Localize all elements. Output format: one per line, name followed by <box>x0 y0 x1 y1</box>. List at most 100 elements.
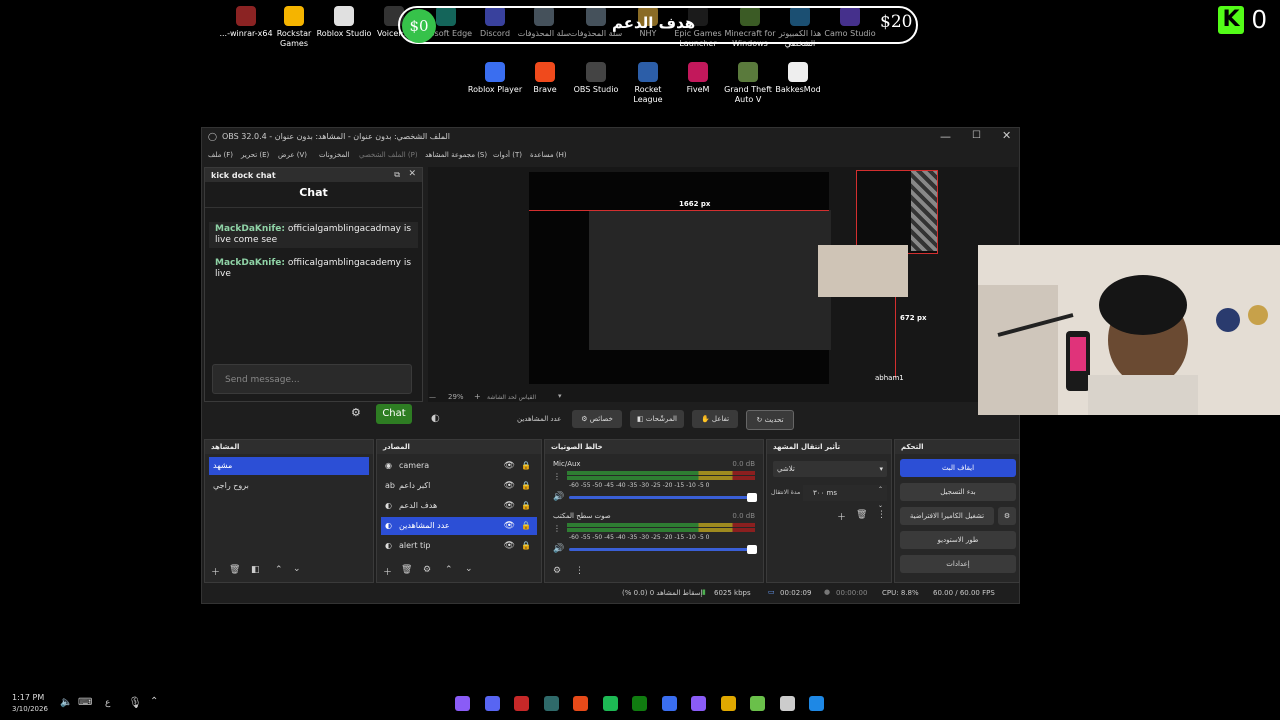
source-item[interactable]: ◉ camera 👁 🔒 <box>381 457 537 475</box>
maximize-button[interactable]: ☐ <box>972 130 981 141</box>
selected-source-box[interactable] <box>856 170 938 254</box>
remove-transition-button[interactable]: 🗑 <box>856 510 867 520</box>
visibility-icon[interactable]: 👁 <box>504 517 515 535</box>
desktop-icon[interactable]: OBS Studio <box>568 62 624 95</box>
control-button[interactable]: تشغيل الكاميرا الافتراضية <box>900 507 994 525</box>
volume-icon[interactable]: 🔈 <box>60 697 72 708</box>
search-icon[interactable] <box>779 696 795 711</box>
app-icon[interactable] <box>543 696 559 711</box>
menu-item[interactable]: أدوات (T) <box>493 151 522 159</box>
refresh-button[interactable]: ↻ تحديث <box>746 410 794 430</box>
chat-settings-icon[interactable]: ⚙ <box>351 406 361 419</box>
lock-icon[interactable]: 🔒 <box>521 477 531 495</box>
chat-username[interactable]: MackDaKnife: <box>215 224 285 234</box>
control-button[interactable]: إعدادات <box>900 555 1016 573</box>
file-explorer-icon[interactable] <box>720 696 736 711</box>
desktop-icon[interactable]: FiveM <box>670 62 726 95</box>
mixer-settings-icon[interactable]: ⚙ <box>553 566 561 576</box>
menu-item[interactable]: الملف الشخصي (P) <box>359 151 418 159</box>
obs-icon[interactable] <box>514 696 529 711</box>
add-source-button[interactable]: ＋ <box>383 565 392 578</box>
language-indicator[interactable]: ع <box>105 698 110 708</box>
virtual-camera-settings-icon[interactable]: ⚙ <box>998 507 1016 525</box>
chat-send-button[interactable]: Chat <box>376 404 412 424</box>
control-button[interactable]: بدء التسجيل <box>900 483 1016 501</box>
visibility-icon[interactable]: 👁 <box>504 457 515 475</box>
desktop-icon[interactable]: Roblox Player <box>467 62 523 95</box>
app-icon[interactable] <box>750 696 765 711</box>
scene-move-up-button[interactable]: ⌃ <box>275 565 283 575</box>
store-icon[interactable] <box>661 696 677 711</box>
add-transition-button[interactable]: ＋ <box>837 510 846 523</box>
brave-icon[interactable] <box>573 696 588 711</box>
close-window-button[interactable]: ✕ <box>1002 129 1011 142</box>
add-scene-button[interactable]: ＋ <box>211 565 220 578</box>
source-item[interactable]: ◐ هدف الدعم 👁 🔒 <box>381 497 537 515</box>
chat-username[interactable]: MackDaKnife: <box>215 258 285 268</box>
source-item[interactable]: ◐ alert tip 👁 🔒 <box>381 537 537 555</box>
zoom-out-button[interactable]: — <box>429 393 436 401</box>
speaker-icon[interactable]: 🔊 <box>553 544 564 554</box>
visibility-icon[interactable]: 👁 <box>504 497 515 515</box>
transition-type-select[interactable]: تلاشي ▾ <box>773 461 887 477</box>
scene-item[interactable]: مشهد <box>209 457 369 475</box>
dock-close-icon[interactable]: ✕ <box>408 169 416 179</box>
remove-scene-button[interactable]: 🗑 <box>229 565 240 575</box>
chat-message-input[interactable]: Send message... <box>212 364 412 394</box>
desktop-icon[interactable]: Grand Theft Auto V <box>720 62 776 105</box>
desktop-icon[interactable]: BakkesMod <box>770 62 826 95</box>
cortana-icon[interactable] <box>455 696 470 711</box>
desktop-icon[interactable]: Brave <box>517 62 573 95</box>
tray-expand-icon[interactable]: ⌃ <box>150 696 158 707</box>
channel-menu-icon[interactable]: ⋮ <box>553 472 561 481</box>
source-move-up-button[interactable]: ⌃ <box>445 565 453 575</box>
lock-icon[interactable]: 🔒 <box>521 457 531 475</box>
scene-move-down-button[interactable]: ⌄ <box>293 564 301 574</box>
mixer-menu-icon[interactable]: ⋮ <box>575 566 584 576</box>
visibility-icon[interactable]: 👁 <box>504 477 515 495</box>
remove-source-button[interactable]: 🗑 <box>401 565 412 575</box>
visibility-icon[interactable]: 👁 <box>504 537 515 555</box>
desktop-icon[interactable]: Roblox Studio <box>316 6 372 39</box>
menu-item[interactable]: المخزونات <box>319 151 350 159</box>
discord-icon[interactable] <box>484 696 500 711</box>
network-icon[interactable]: ⌨ <box>78 697 92 708</box>
menu-item[interactable]: مساعدة (H) <box>530 151 567 159</box>
minimize-button[interactable]: — <box>940 130 951 143</box>
speaker-icon[interactable]: 🔊 <box>553 492 564 502</box>
source-settings-button[interactable]: ⚙ <box>423 565 431 575</box>
lock-icon[interactable]: 🔒 <box>521 517 531 535</box>
spotify-icon[interactable] <box>602 696 618 711</box>
menu-item[interactable]: عرض (V) <box>278 151 307 159</box>
volume-slider-handle[interactable] <box>747 545 757 554</box>
microphone-icon[interactable]: 🎙 <box>128 696 142 709</box>
source-item[interactable]: ◐ عدد المشاهدين 👁 🔒 <box>381 517 537 535</box>
control-button[interactable]: طور الاستوديو <box>900 531 1016 549</box>
channel-menu-icon[interactable]: ⋮ <box>553 524 561 533</box>
zoom-in-button[interactable]: + <box>474 392 481 401</box>
scene-item[interactable]: بروح راجي <box>209 477 369 495</box>
duration-input[interactable]: ٣٠٠ ms ⌃ ⌄ <box>803 485 887 509</box>
menu-item[interactable]: ملف (F) <box>208 151 233 159</box>
filters-button[interactable]: ◧ المرشّحات <box>630 410 684 428</box>
interact-button[interactable]: ✋ تفاعل <box>692 410 738 428</box>
dock-float-icon[interactable]: ⧉ <box>394 170 400 180</box>
scene-filters-button[interactable]: ◧ <box>251 565 260 575</box>
teams-icon[interactable] <box>691 696 706 711</box>
desktop-icon[interactable]: Rocket League <box>620 62 676 105</box>
menu-item[interactable]: مجموعة المشاهد (S) <box>425 151 487 159</box>
volume-slider[interactable] <box>569 496 755 499</box>
lock-icon[interactable]: 🔒 <box>521 537 531 555</box>
menu-item[interactable]: تحرير (E) <box>241 151 269 159</box>
start-icon[interactable] <box>809 696 824 711</box>
desktop-icon[interactable]: Rockstar Games <box>266 6 322 49</box>
volume-slider-handle[interactable] <box>747 493 757 502</box>
volume-slider[interactable] <box>569 548 755 551</box>
zoom-dropdown-icon[interactable]: ▾ <box>558 392 562 400</box>
control-button[interactable]: ايقاف البث <box>900 459 1016 477</box>
xbox-icon[interactable] <box>632 696 647 711</box>
source-move-down-button[interactable]: ⌄ <box>465 564 473 574</box>
transition-menu-icon[interactable]: ⋮ <box>877 510 886 520</box>
properties-button[interactable]: ⚙ خصائص <box>572 410 622 428</box>
lock-icon[interactable]: 🔒 <box>521 497 531 515</box>
